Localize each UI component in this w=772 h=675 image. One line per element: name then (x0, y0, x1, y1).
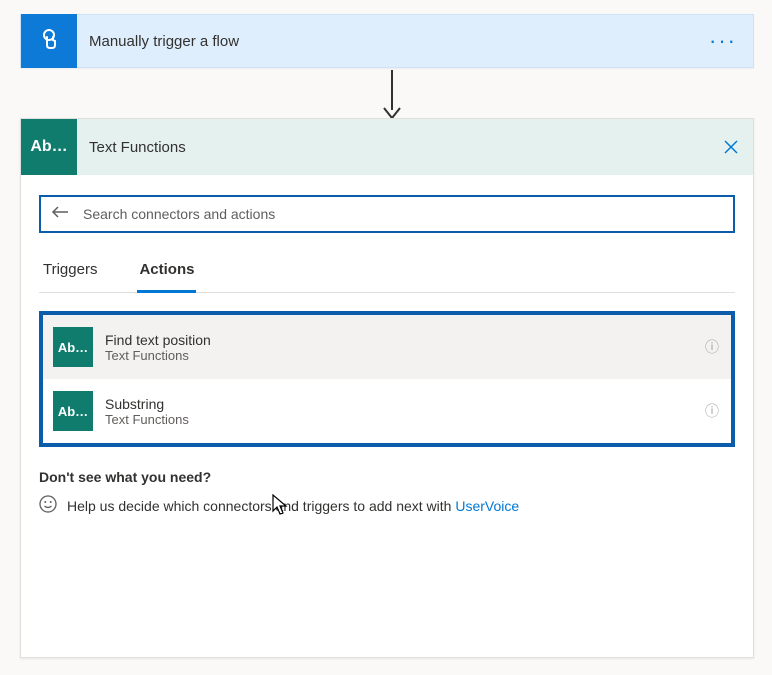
action-item-subtitle: Text Functions (105, 412, 703, 427)
smiley-icon (39, 495, 57, 516)
trigger-card[interactable]: Manually trigger a flow ··· (20, 14, 754, 68)
search-input[interactable] (81, 205, 723, 223)
action-list-highlight: Ab… Find text position Text Functions ⓘ … (39, 311, 735, 447)
close-icon (723, 139, 739, 155)
trigger-title: Manually trigger a flow (89, 33, 693, 50)
footer-question: Don't see what you need? (39, 469, 735, 485)
uservoice-link[interactable]: UserVoice (455, 498, 519, 514)
action-item-substring[interactable]: Ab… Substring Text Functions ⓘ (43, 379, 731, 443)
info-icon[interactable]: ⓘ (703, 337, 721, 357)
tabs: Triggers Actions (39, 251, 735, 293)
text-functions-icon: Ab… (53, 391, 93, 431)
text-functions-icon: Ab… (53, 327, 93, 367)
action-item-title: Find text position (105, 332, 703, 348)
footer-help-text: Help us decide which connectors and trig… (67, 498, 455, 514)
action-picker-header: Ab… Text Functions (21, 119, 753, 175)
trigger-overflow-button[interactable]: ··· (693, 28, 753, 54)
action-item-title: Substring (105, 396, 703, 412)
back-arrow-icon[interactable] (51, 205, 69, 224)
text-functions-connector-icon: Ab… (21, 119, 77, 175)
close-button[interactable] (709, 139, 753, 155)
manual-trigger-icon (21, 14, 77, 68)
picker-footer: Don't see what you need? Help us decide … (39, 469, 735, 516)
action-picker-title: Text Functions (89, 139, 709, 156)
tab-actions[interactable]: Actions (137, 251, 196, 293)
action-item-subtitle: Text Functions (105, 348, 703, 363)
info-icon[interactable]: ⓘ (703, 401, 721, 421)
flow-arrow-icon (380, 66, 404, 120)
action-picker-body: Triggers Actions Ab… Find text position … (21, 175, 753, 657)
action-picker-card: Ab… Text Functions Triggers Actions (20, 118, 754, 658)
tab-triggers[interactable]: Triggers (41, 251, 99, 292)
action-item-find-text-position[interactable]: Ab… Find text position Text Functions ⓘ (43, 315, 731, 379)
search-box[interactable] (39, 195, 735, 233)
